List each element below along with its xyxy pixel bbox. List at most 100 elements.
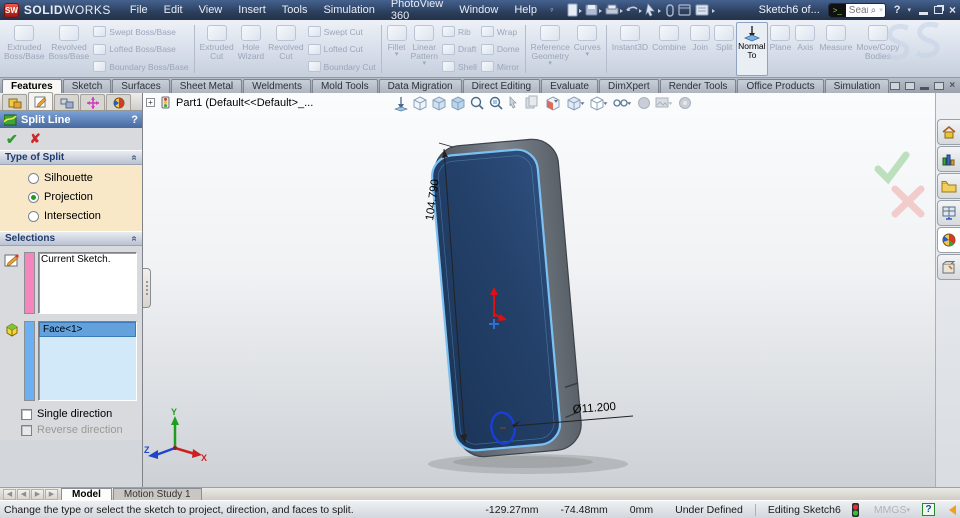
first-study-button[interactable]: ◀ (3, 488, 16, 500)
configurationmanager-tab[interactable] (54, 94, 79, 110)
view-palette-tab[interactable] (936, 200, 960, 226)
resources-home-tab[interactable] (936, 119, 960, 145)
view-cube3-icon[interactable] (451, 96, 465, 111)
linear-pattern-button[interactable]: Linear Pattern ▾ (409, 22, 440, 76)
display-style-icon[interactable] (590, 96, 608, 111)
view-cube-icon[interactable] (413, 96, 427, 111)
radio-intersection[interactable]: Intersection (28, 210, 142, 222)
custom-properties-tab[interactable] (936, 254, 960, 280)
zoom-to-area-icon[interactable] (489, 96, 503, 110)
minimize-button[interactable] (918, 11, 928, 15)
menu-item-insert[interactable]: Insert (231, 2, 273, 18)
curves-dropdown-icon[interactable]: ▾ (586, 51, 590, 58)
displaymanager-tab[interactable] (106, 94, 131, 110)
plane-button[interactable]: Plane (768, 22, 794, 76)
menu-item-window[interactable]: Window (452, 2, 505, 18)
tab-weldments[interactable]: Weldments (243, 79, 311, 93)
radio-silhouette[interactable]: Silhouette (28, 172, 142, 184)
combine-button[interactable]: Combine (650, 22, 688, 76)
undo-icon[interactable] (625, 6, 642, 13)
close-button[interactable]: × (949, 3, 956, 17)
traffic-light-icon[interactable] (851, 502, 860, 517)
radio-projection[interactable]: Projection (28, 191, 142, 203)
select-cursor-icon[interactable] (645, 3, 661, 17)
boundary-boss-base-button[interactable]: Boundary Boss/Base (93, 60, 189, 73)
extruded-cut-button[interactable]: Extruded Cut (198, 22, 236, 76)
ok-button[interactable]: ✔ (6, 131, 18, 148)
split-button[interactable]: Split (712, 22, 736, 76)
dome-button[interactable]: Dome (480, 43, 520, 56)
collapse-taskpane-arrow-icon[interactable] (949, 504, 956, 515)
propertymanager-tab[interactable] (28, 92, 53, 110)
shell-button[interactable]: Shell (441, 60, 477, 73)
sketch-selection-value[interactable]: Current Sketch. (41, 254, 110, 265)
unit-system-label[interactable]: MMGS (874, 504, 907, 516)
pm-help-icon[interactable]: ? (131, 114, 138, 126)
pane-split2-icon[interactable] (905, 81, 916, 90)
panel-collapse-handle[interactable] (143, 268, 151, 308)
last-study-button[interactable]: ▶ (45, 488, 58, 500)
search-input[interactable] (845, 4, 871, 16)
selections-group-header[interactable]: Selections « (0, 231, 142, 246)
reference-geometry-dropdown-icon[interactable]: ▾ (548, 60, 552, 67)
tree-expander-icon[interactable]: + (146, 98, 155, 107)
hide-show-items-icon[interactable] (613, 99, 632, 107)
tab-features[interactable]: Features (2, 79, 62, 93)
cancel-button[interactable]: ✘ (30, 131, 41, 147)
quick-tips-help-icon[interactable]: ? (922, 503, 935, 516)
search-dropdown-icon[interactable]: ▾ (879, 6, 883, 14)
tab-mold-tools[interactable]: Mold Tools (311, 79, 378, 93)
menu-item-tools[interactable]: Tools (275, 2, 315, 18)
wrap-button[interactable]: Wrap (480, 25, 520, 38)
search-icon[interactable]: ⌕ (871, 5, 879, 16)
fillet-dropdown-icon[interactable]: ▾ (395, 51, 399, 58)
tab-data-migration[interactable]: Data Migration (378, 79, 462, 93)
tab-dimxpert[interactable]: DimXpert (599, 79, 659, 93)
prev-study-button[interactable]: ◀ (17, 488, 30, 500)
model-tab[interactable]: Model (61, 488, 112, 500)
sketch-selection-listbox[interactable]: Current Sketch. (38, 252, 137, 314)
appearances-scenes-tab[interactable] (936, 227, 960, 253)
draft-button[interactable]: Draft (441, 43, 477, 56)
collapse-chevron-icon[interactable]: « (129, 155, 140, 161)
measure-button[interactable]: Measure (817, 22, 854, 76)
view-orientation-icon[interactable] (567, 96, 585, 111)
extruded-boss-base-button[interactable]: Extruded Boss/Base (2, 22, 47, 76)
menu-item-edit[interactable]: Edit (157, 2, 190, 18)
tab-evaluate[interactable]: Evaluate (541, 79, 598, 93)
linear-pattern-dropdown-icon[interactable]: ▾ (423, 60, 427, 67)
move-copy-bodies-button[interactable]: Move/Copy Bodies (854, 22, 901, 76)
radio-selected-icon[interactable] (28, 191, 39, 203)
help-button[interactable]: ? (894, 4, 901, 16)
rib-button[interactable]: Rib (441, 25, 477, 38)
radio-icon[interactable] (28, 172, 39, 184)
doc-restore-button[interactable] (934, 81, 945, 90)
feature-tree-flyout[interactable]: + Part1 (Default<<Default>_... (146, 96, 313, 109)
mirror-button[interactable]: Mirror (480, 60, 520, 73)
tab-simulation[interactable]: Simulation (824, 79, 890, 93)
type-of-split-group-header[interactable]: Type of Split « (0, 150, 142, 165)
design-library-tab[interactable] (936, 146, 960, 172)
menu-item-file[interactable]: File (123, 2, 155, 18)
phone-model[interactable] (430, 137, 584, 459)
pin-menu-icon[interactable] (550, 4, 554, 16)
graphics-viewport[interactable]: + Part1 (Default<<Default>_... Ø11.200 1… (143, 93, 935, 487)
print-icon[interactable] (605, 4, 623, 15)
pane-split-icon[interactable] (890, 81, 901, 90)
radio-icon[interactable] (28, 210, 39, 222)
join-button[interactable]: Join (688, 22, 712, 76)
motion-study-tab[interactable]: Motion Study 1 (112, 488, 202, 500)
axis-button[interactable]: Axis (793, 22, 817, 76)
restore-button[interactable] (933, 6, 943, 14)
featuremanager-tree-tab[interactable] (2, 94, 27, 110)
filter-cursor-icon[interactable] (509, 96, 517, 109)
boundary-cut-button[interactable]: Boundary Cut (307, 60, 376, 73)
tab-sketch[interactable]: Sketch (62, 79, 112, 93)
lofted-boss-base-button[interactable]: Lofted Boss/Base (93, 43, 188, 56)
reference-geometry-button[interactable]: Reference Geometry ▾ (529, 22, 572, 76)
doc-minimize-button[interactable] (920, 87, 930, 90)
next-study-button[interactable]: ▶ (31, 488, 44, 500)
part-name-label[interactable]: Part1 (Default<<Default>_... (176, 97, 313, 109)
zoom-fit-icon[interactable] (470, 96, 484, 110)
doc-close-button[interactable]: × (949, 80, 955, 91)
